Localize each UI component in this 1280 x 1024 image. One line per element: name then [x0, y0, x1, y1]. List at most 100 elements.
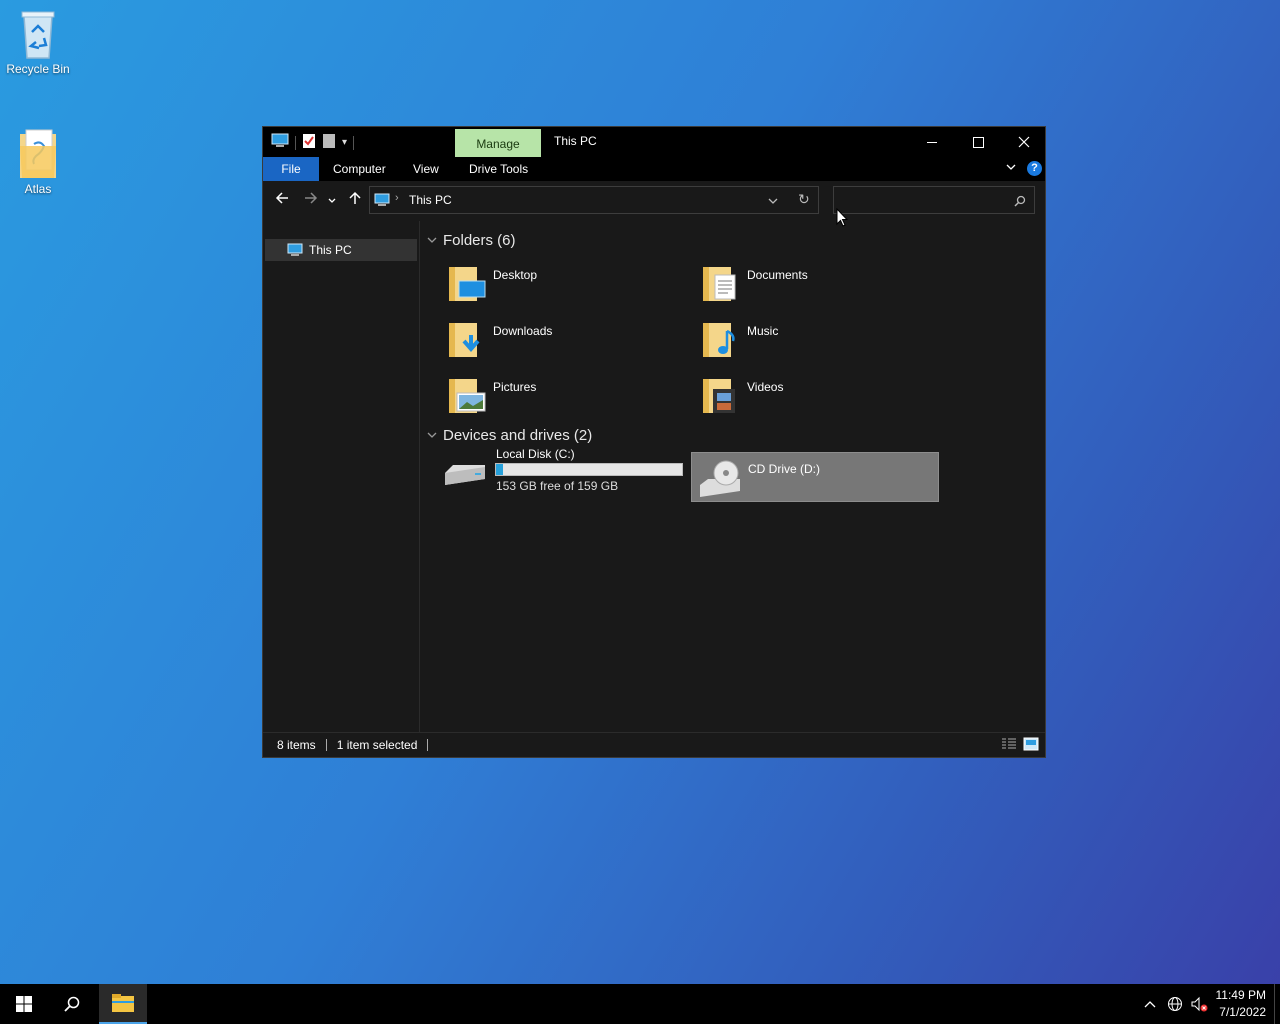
file-explorer-icon [112, 994, 134, 1012]
network-button[interactable] [1164, 984, 1186, 1024]
divider [427, 739, 429, 751]
search-input[interactable] [838, 190, 1010, 212]
properties-icon[interactable] [302, 133, 316, 152]
refresh-button[interactable]: ↻ [798, 191, 810, 208]
folder-item-pictures[interactable]: Pictures [423, 369, 663, 419]
recent-locations-button[interactable] [325, 191, 339, 211]
help-button[interactable]: ? [1027, 161, 1042, 176]
folder-label: Music [747, 324, 779, 338]
divider [295, 135, 296, 150]
drive-item-cd-drive-d[interactable]: CD Drive (D:) [691, 452, 939, 502]
search-icon [1014, 195, 1026, 207]
group-title: Folders (6) [443, 231, 516, 249]
search-button[interactable] [48, 984, 96, 1024]
help-icon: ? [1031, 162, 1038, 174]
drive-usage-fill [496, 464, 504, 475]
folder-label: Documents [747, 268, 808, 282]
window-title: This PC [554, 134, 597, 148]
item-count: 8 items [277, 738, 316, 752]
tab-computer[interactable]: Computer [321, 157, 398, 181]
taskbar: 11:49 PM 7/1/2022 [0, 984, 1280, 1024]
arrow-left-icon [275, 192, 288, 204]
selection-count: 1 item selected [336, 738, 418, 752]
maximize-button[interactable] [955, 127, 1001, 157]
arrow-right-icon [305, 192, 318, 204]
drive-label: Local Disk (C:) [496, 447, 575, 461]
divider [325, 739, 327, 751]
address-bar[interactable]: › This PC ↻ [369, 186, 819, 214]
clock-date: 7/1/2022 [1219, 1005, 1266, 1019]
desktop-folder-icon [447, 263, 487, 303]
desktop-icon-atlas[interactable]: Atlas [0, 128, 76, 196]
new-folder-icon[interactable] [322, 133, 336, 152]
nav-item-label: This PC [309, 243, 352, 257]
drive-free-space: 153 GB free of 159 GB [496, 479, 619, 493]
clock[interactable]: 11:49 PM 7/1/2022 [1216, 987, 1266, 1021]
tab-drive-tools[interactable]: Drive Tools [457, 157, 540, 181]
taskbar-file-explorer[interactable] [99, 984, 147, 1024]
close-button[interactable] [1001, 127, 1047, 157]
folder-label: Videos [747, 380, 784, 394]
folder-item-desktop[interactable]: Desktop [423, 257, 663, 307]
chevron-right-icon: › [395, 192, 399, 204]
up-button[interactable] [345, 191, 365, 211]
pictures-folder-icon [447, 375, 487, 415]
nav-item-this-pc[interactable]: This PC [265, 239, 417, 261]
content-pane: Folders (6) Desktop Documents Downloads [423, 221, 1045, 733]
expand-ribbon-button[interactable] [1003, 161, 1019, 177]
desktop-icon-label: Atlas [24, 182, 52, 196]
large-icons-view-icon [1023, 737, 1039, 751]
drive-usage-bar [495, 463, 683, 476]
ribbon-tabs: File Computer View Drive Tools ? [263, 157, 1045, 181]
chevron-down-icon [328, 198, 336, 203]
group-header-folders[interactable]: Folders (6) [427, 229, 516, 251]
drive-item-local-disk-c[interactable]: Local Disk (C:) 153 GB free of 159 GB [443, 445, 683, 495]
address-dropdown-button[interactable] [768, 195, 778, 209]
group-header-devices[interactable]: Devices and drives (2) [427, 424, 592, 446]
details-view-icon [1002, 738, 1016, 749]
desktop-icon-recycle-bin[interactable]: Recycle Bin [0, 8, 76, 76]
large-icons-view-button[interactable] [1023, 737, 1039, 754]
chevron-down-icon [768, 198, 778, 204]
cd-drive-icon [698, 459, 742, 502]
mouse-cursor-icon [836, 208, 848, 227]
show-desktop-button[interactable] [1274, 984, 1280, 1024]
forward-button[interactable] [301, 191, 321, 211]
folder-label: Desktop [493, 268, 538, 282]
minimize-button[interactable] [909, 127, 955, 157]
search-icon [64, 996, 80, 1012]
chevron-down-icon [427, 237, 437, 243]
volume-button[interactable] [1188, 984, 1210, 1024]
start-button[interactable] [0, 984, 48, 1024]
details-view-button[interactable] [1001, 738, 1017, 753]
folder-label: Downloads [493, 324, 553, 338]
back-button[interactable] [272, 191, 292, 211]
tab-manage[interactable]: Manage [455, 129, 541, 157]
this-pc-icon [287, 243, 303, 257]
navigation-bar: › This PC ↻ [263, 181, 1045, 221]
search-box[interactable] [833, 186, 1035, 214]
folder-item-downloads[interactable]: Downloads [423, 313, 663, 363]
folder-icon [14, 128, 62, 178]
folder-item-documents[interactable]: Documents [677, 257, 917, 307]
this-pc-icon [271, 133, 289, 152]
show-hidden-icons-button[interactable] [1140, 984, 1160, 1024]
title-bar: ▾ Manage This PC [263, 127, 1045, 157]
navigation-pane: This PC [263, 221, 420, 733]
music-folder-icon [701, 319, 741, 359]
maximize-icon [972, 136, 984, 148]
file-explorer-window: ▾ Manage This PC File Computer View Driv… [262, 126, 1046, 758]
status-bar: 8 items 1 item selected [263, 732, 1045, 757]
videos-folder-icon [701, 375, 741, 415]
address-path[interactable]: This PC [409, 193, 452, 207]
customize-toolbar-icon[interactable]: ▾ [342, 137, 347, 148]
folder-item-videos[interactable]: Videos [677, 369, 917, 419]
windows-logo-icon [16, 996, 32, 1012]
tab-view[interactable]: View [401, 157, 451, 181]
chevron-down-icon [427, 432, 437, 438]
tab-file[interactable]: File [263, 157, 319, 181]
folder-item-music[interactable]: Music [677, 313, 917, 363]
folder-label: Pictures [493, 380, 537, 394]
chevron-down-icon [1006, 164, 1016, 170]
hard-drive-icon [443, 459, 487, 492]
